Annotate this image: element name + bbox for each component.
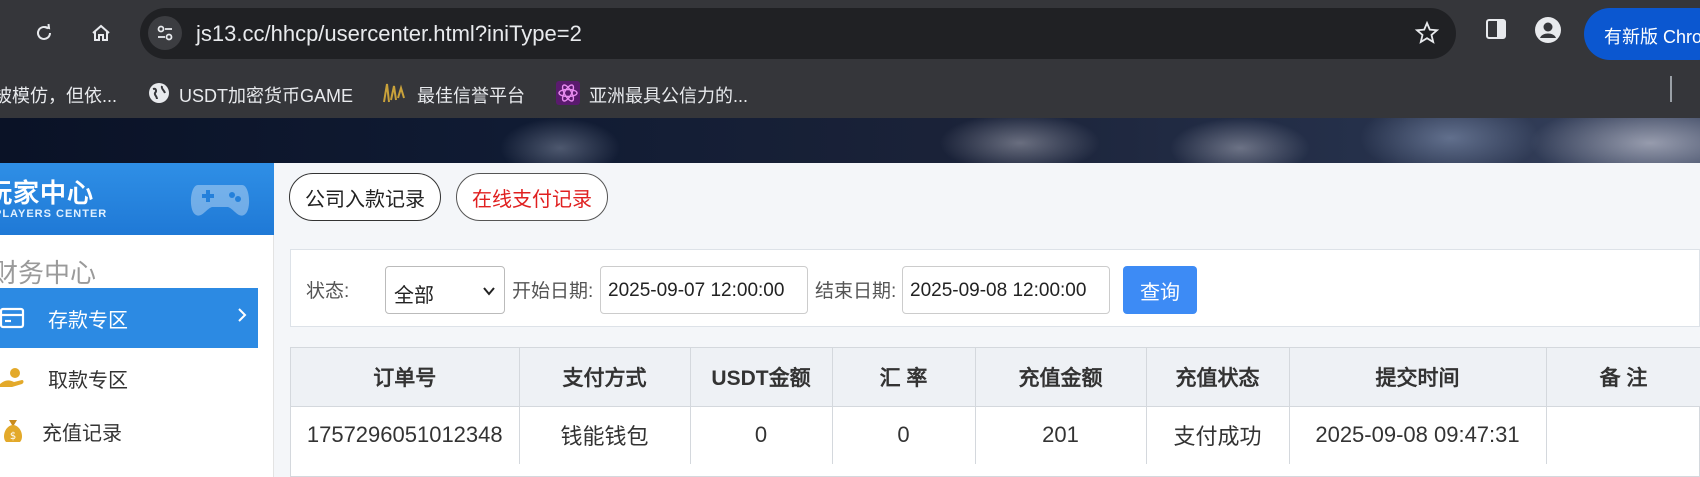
bookmark-item[interactable]: 被模仿，但依... <box>0 82 117 108</box>
bookmark-label: USDT加密货币GAME <box>179 86 354 106</box>
status-select[interactable]: 全部 <box>385 266 505 314</box>
brand-logo-icon <box>382 82 408 109</box>
tab-company-deposit-records[interactable]: 公司入款记录 <box>289 173 441 221</box>
bookmark-item[interactable]: USDT加密货币GAME <box>148 82 353 108</box>
status-select-value: 全部 <box>394 285 434 307</box>
sidebar-subtitle: PLAYERS CENTER <box>0 208 108 220</box>
column-header-exchange-rate: 汇 率 <box>832 348 976 407</box>
table-row: 1757296051012348 钱能钱包 0 0 201 支付成功 2025-… <box>291 406 1700 464</box>
chevron-right-icon <box>236 306 248 330</box>
cell-submit-time: 2025-09-08 09:47:31 <box>1289 406 1547 464</box>
sidebar-item-recharge-records[interactable]: $ 充值记录 <box>0 401 258 461</box>
bookmark-label: 亚洲最具公信力的... <box>589 86 749 106</box>
cell-exchange-rate: 0 <box>832 406 976 464</box>
column-header-usdt-amount: USDT金额 <box>690 348 833 407</box>
reload-icon[interactable] <box>25 14 63 52</box>
bookmark-item[interactable]: 最佳信誉平台 <box>382 82 525 108</box>
home-icon[interactable] <box>82 14 120 52</box>
money-bag-icon: $ <box>0 418 26 444</box>
column-header-recharge-amount: 充值金额 <box>975 348 1147 407</box>
sidebar-item-deposit[interactable]: 存款专区 <box>0 288 258 348</box>
site-info-icon[interactable] <box>148 16 182 50</box>
update-chrome-button[interactable]: 有新版 Chrome <box>1584 8 1700 60</box>
start-date-input[interactable]: 2025-09-07 12:00:00 <box>600 266 808 314</box>
svg-text:$: $ <box>10 431 16 442</box>
url-host: js13.cc <box>196 21 265 46</box>
url-text[interactable]: js13.cc/hhcp/usercenter.html?iniType=2 <box>196 21 582 47</box>
cell-recharge-status: 支付成功 <box>1146 406 1290 464</box>
bookmark-item[interactable]: 亚洲最具公信力的... <box>556 80 749 110</box>
cell-payment-method: 钱能钱包 <box>519 406 691 464</box>
bookmark-label: 最佳信誉平台 <box>417 86 525 106</box>
end-date-input[interactable]: 2025-09-08 12:00:00 <box>902 266 1110 314</box>
browser-chrome: js13.cc/hhcp/usercenter.html?iniType=2 有… <box>0 0 1700 118</box>
bookmarks-divider <box>1670 76 1672 102</box>
gamepad-icon <box>190 185 250 216</box>
record-tabs: 公司入款记录 在线支付记录 <box>274 163 1700 235</box>
main-content: 公司入款记录 在线支付记录 状态: 全部 开始日期: 2025-09-07 12… <box>274 163 1700 477</box>
section-title: 财务中心 <box>0 258 97 288</box>
status-label: 状态: <box>306 281 350 302</box>
cell-order-no: 1757296051012348 <box>291 406 520 464</box>
atom-logo-icon <box>556 80 580 110</box>
column-header-payment-method: 支付方式 <box>519 348 691 407</box>
query-button[interactable]: 查询 <box>1123 266 1197 314</box>
cell-usdt-amount: 0 <box>690 406 833 464</box>
column-header-recharge-status: 充值状态 <box>1146 348 1290 407</box>
cell-remarks <box>1546 406 1700 464</box>
tab-online-payment-records[interactable]: 在线支付记录 <box>456 173 608 221</box>
side-panel-icon[interactable] <box>1484 17 1508 46</box>
sidebar-header: 玩家中心 PLAYERS CENTER <box>0 163 274 235</box>
payment-records-table: 订单号 支付方式 USDT金额 汇 率 充值金额 充值状态 提交时间 备 注 1… <box>290 347 1700 477</box>
profile-avatar-icon[interactable] <box>1534 16 1562 49</box>
end-date-label: 结束日期: <box>815 281 897 302</box>
bookmarks-bar: 被模仿，但依... USDT加密货币GAME 最佳信誉平台 亚洲最具公信力的..… <box>0 72 1700 118</box>
column-header-order-no: 订单号 <box>291 348 520 407</box>
sidebar-item-label: 充值记录 <box>42 422 122 445</box>
url-path: /hhcp/usercenter.html?iniType=2 <box>264 21 582 46</box>
hand-coin-icon <box>0 365 26 391</box>
table-header-row: 订单号 支付方式 USDT金额 汇 率 充值金额 充值状态 提交时间 备 注 <box>291 348 1700 407</box>
address-bar[interactable]: js13.cc/hhcp/usercenter.html?iniType=2 <box>140 8 1456 59</box>
sidebar-item-withdraw[interactable]: 取款专区 <box>0 348 258 408</box>
sidebar-item-label: 存款专区 <box>48 309 128 332</box>
filter-panel: 状态: 全部 开始日期: 2025-09-07 12:00:00 结束日期: 2… <box>290 249 1700 327</box>
start-date-label: 开始日期: <box>512 281 594 302</box>
sidebar-title: 玩家中心 <box>0 178 95 208</box>
column-header-remarks: 备 注 <box>1546 348 1700 407</box>
cell-recharge-amount: 201 <box>975 406 1147 464</box>
bookmark-star-icon[interactable] <box>1414 20 1440 51</box>
globe-icon <box>148 82 170 109</box>
column-header-submit-time: 提交时间 <box>1289 348 1547 407</box>
sidebar: 玩家中心 PLAYERS CENTER 财务中心 存款专区 取款专区 $ 充值记… <box>0 163 274 477</box>
card-icon <box>0 305 26 331</box>
chevron-down-icon <box>482 281 496 304</box>
sidebar-item-label: 取款专区 <box>48 369 128 392</box>
bookmark-label: 被模仿，但依... <box>0 86 118 106</box>
site-banner <box>0 118 1700 163</box>
back-icon[interactable] <box>0 14 16 52</box>
